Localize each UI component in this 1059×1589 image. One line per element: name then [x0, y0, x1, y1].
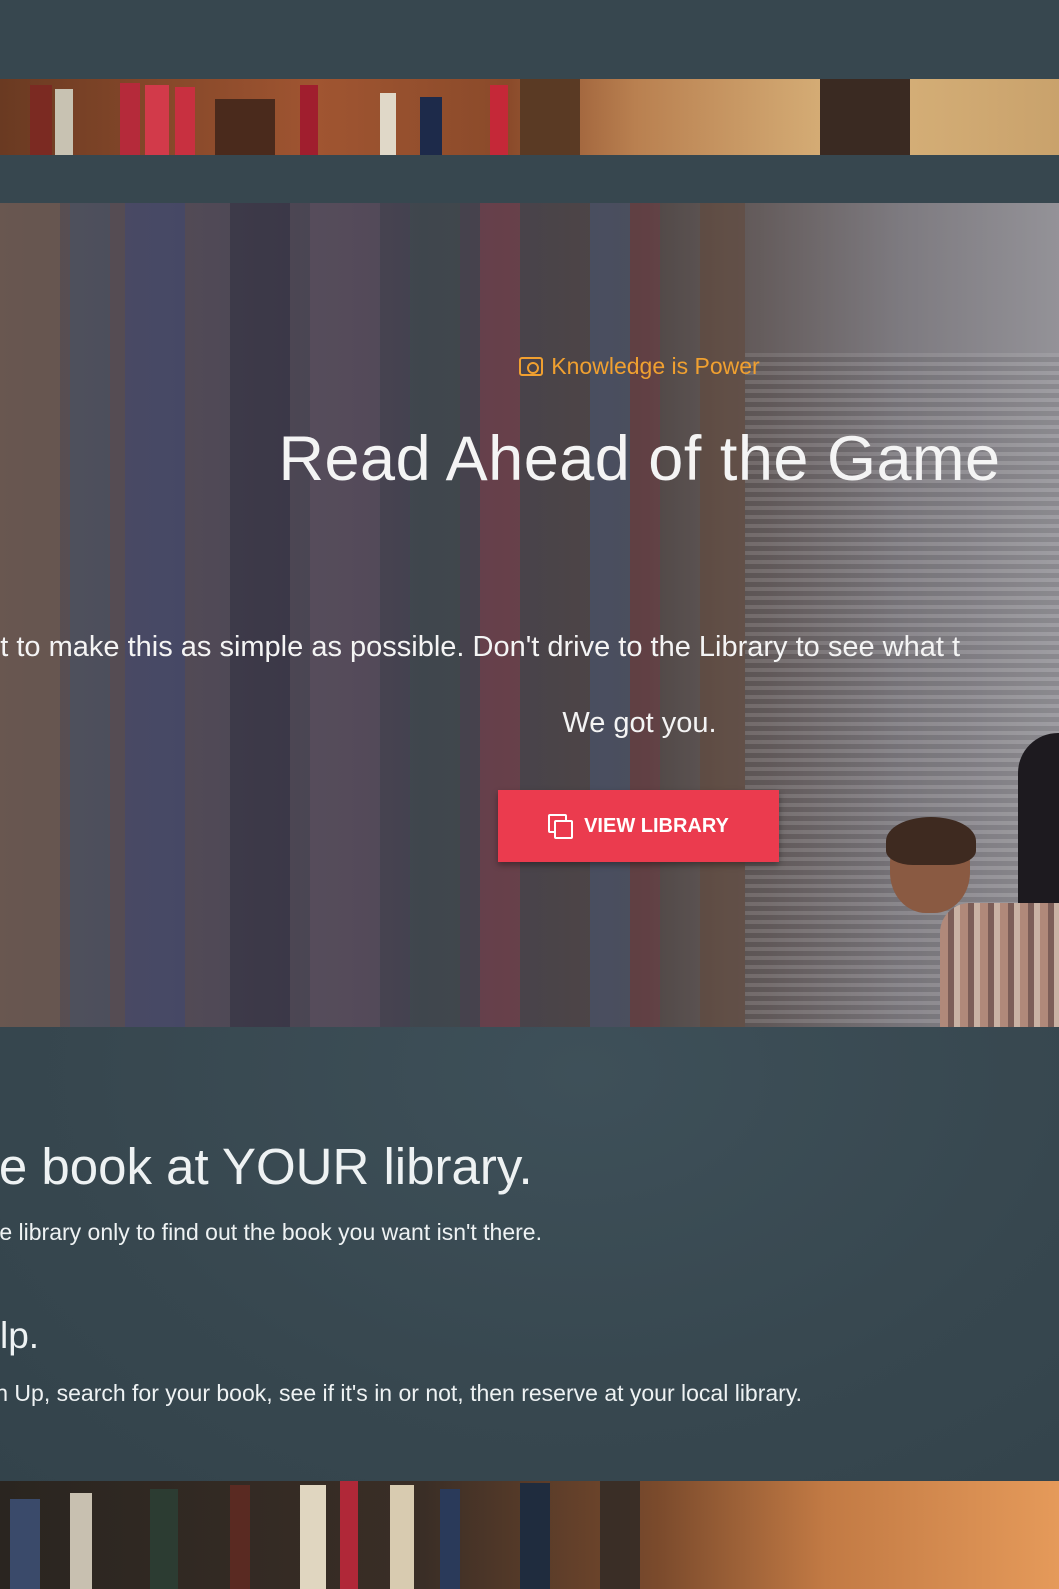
camera-icon — [519, 357, 544, 376]
hero-title: Read Ahead of the Game — [278, 424, 1001, 494]
view-library-button[interactable]: VIEW LIBRARY — [498, 790, 779, 862]
top-navbar — [0, 0, 1059, 79]
copy-icon — [548, 814, 574, 839]
info-heading-1: favorite book at YOUR library. — [0, 1138, 533, 1195]
hero-subline: We got you. — [562, 707, 717, 739]
info-section: favorite book at YOUR library. ving to t… — [0, 1027, 1059, 1481]
parallax-image-bottom — [0, 1481, 1059, 1589]
info-text-2: Sign Up, search for your book, see if it… — [0, 1380, 803, 1406]
hero-description: ant to make this as simple as possible. … — [0, 631, 961, 663]
tagline-text: Knowledge is Power — [551, 353, 760, 379]
divider-band — [0, 155, 1059, 203]
info-text-1: ving to the library only to find out the… — [0, 1219, 542, 1245]
hero-section: Knowledge is Power Read Ahead of the Gam… — [0, 203, 1059, 1027]
hero-tagline: Knowledge is Power — [0, 353, 1059, 380]
parallax-image-top — [0, 79, 1059, 155]
view-library-label: VIEW LIBRARY — [584, 814, 729, 837]
info-heading-2: o help. — [0, 1315, 40, 1356]
